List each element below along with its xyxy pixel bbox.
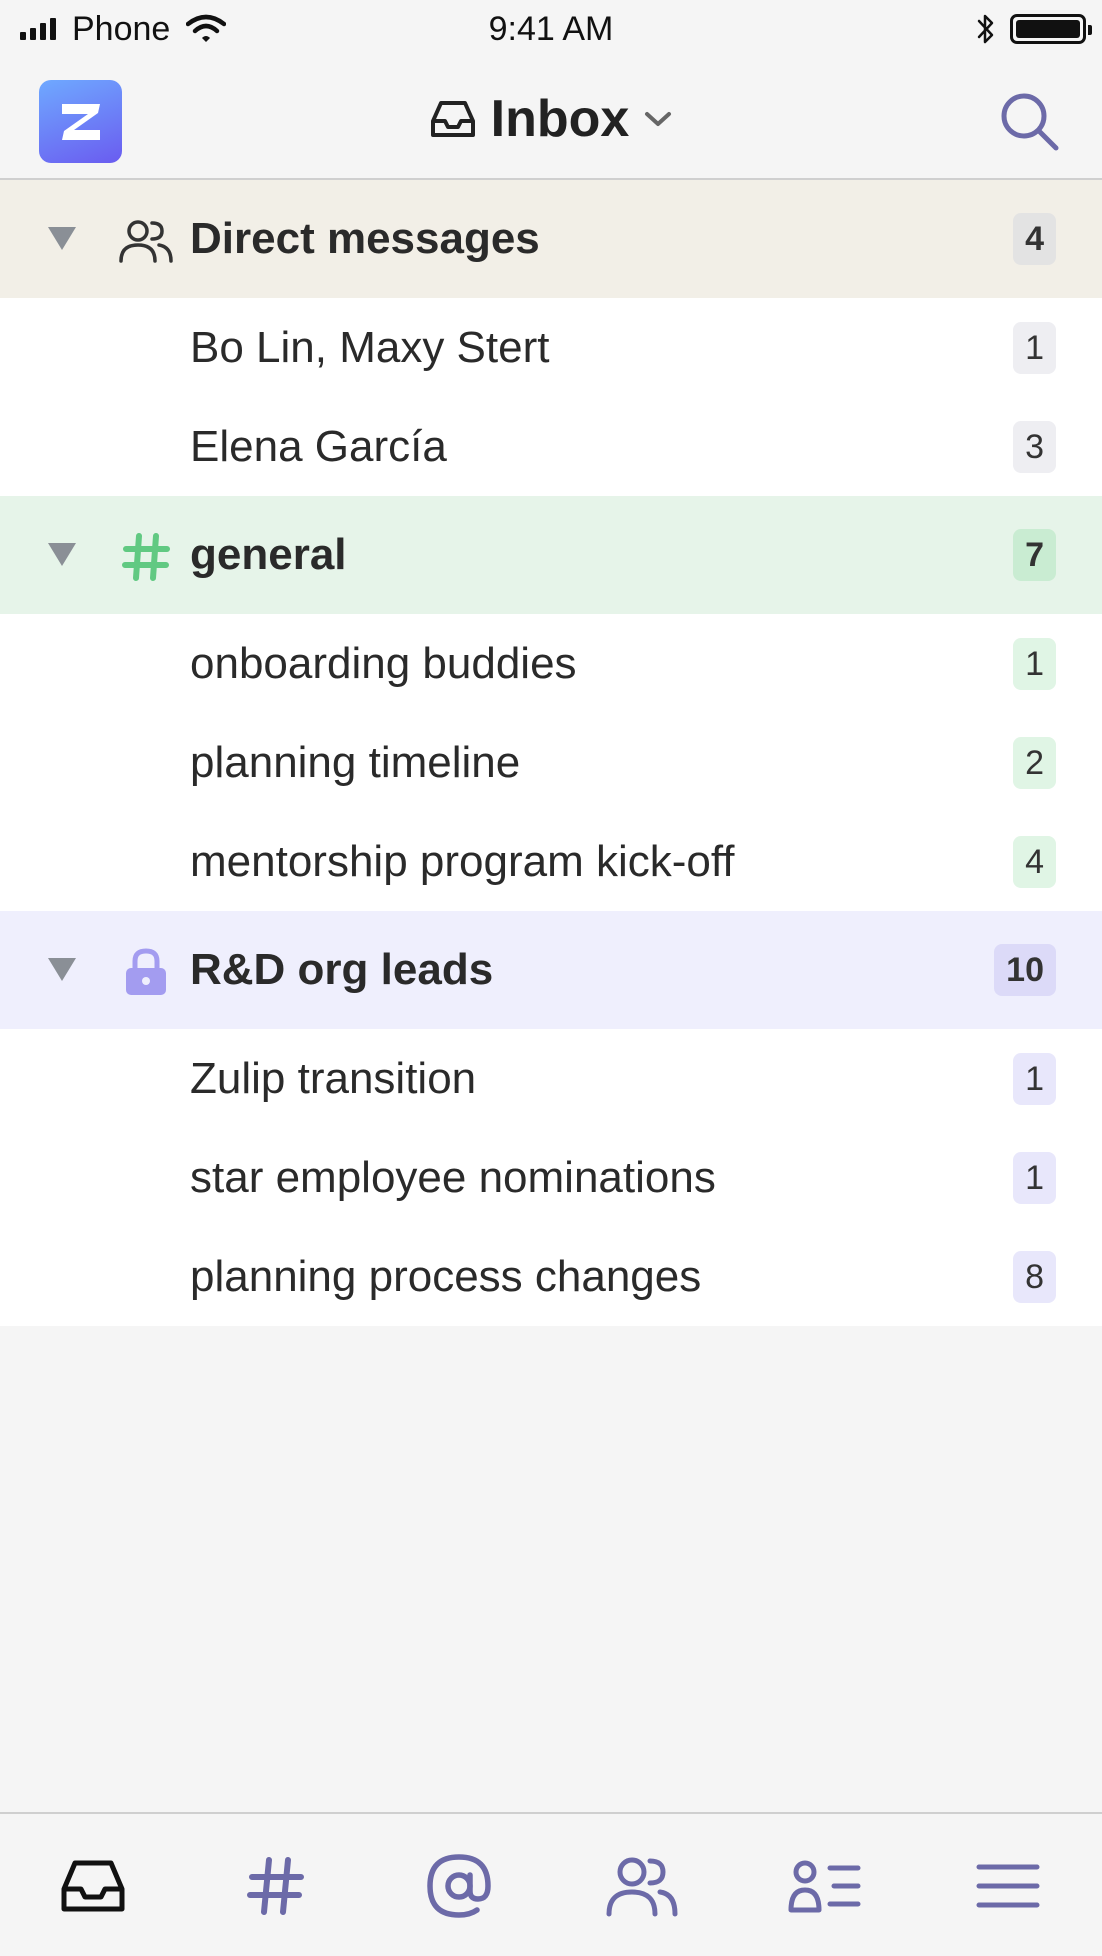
- group-label: general: [190, 530, 347, 579]
- app-header: Inbox: [0, 58, 1102, 180]
- group-label: Direct messages: [190, 214, 540, 263]
- inbox-list: Direct messages 4 Bo Lin, Maxy Stert 1 E…: [0, 180, 1102, 1326]
- tab-mentions[interactable]: [399, 1814, 519, 1956]
- topic-label: mentorship program kick-off: [190, 836, 735, 886]
- topic-row[interactable]: planning timeline 2: [0, 713, 1102, 812]
- user-list-icon: [788, 1860, 861, 1913]
- unread-count-badge: 1: [1013, 637, 1056, 690]
- topic-label: planning process changes: [190, 1251, 702, 1301]
- tab-direct-messages[interactable]: [582, 1814, 702, 1956]
- unread-count-badge: 1: [1013, 1151, 1056, 1204]
- unread-count-badge: 1: [1013, 321, 1056, 374]
- group-header-direct-messages[interactable]: Direct messages 4: [0, 180, 1102, 298]
- bottom-tab-bar: [0, 1812, 1102, 1956]
- collapse-triangle-icon[interactable]: [46, 955, 78, 983]
- unread-count-badge: 2: [1013, 736, 1056, 789]
- lock-icon: [118, 947, 174, 997]
- status-bar: Phone 9:41 AM: [0, 0, 1102, 58]
- tab-inbox[interactable]: [33, 1814, 153, 1956]
- group-header-rd-org-leads[interactable]: R&D org leads 10: [0, 911, 1102, 1029]
- unread-count-badge: 8: [1013, 1250, 1056, 1303]
- topic-label: planning timeline: [190, 737, 521, 787]
- bluetooth-icon: [977, 14, 994, 44]
- unread-count-badge: 10: [994, 944, 1056, 996]
- search-button[interactable]: [998, 90, 1062, 154]
- page-title: Inbox: [490, 90, 630, 148]
- topic-row[interactable]: onboarding buddies 1: [0, 614, 1102, 713]
- unread-count-badge: 4: [1013, 213, 1056, 265]
- tab-users[interactable]: [765, 1814, 885, 1956]
- topic-row[interactable]: mentorship program kick-off 4: [0, 812, 1102, 911]
- tab-streams[interactable]: [216, 1814, 336, 1956]
- unread-count-badge: 3: [1013, 420, 1056, 473]
- inbox-icon: [61, 1860, 125, 1912]
- conversation-row[interactable]: Bo Lin, Maxy Stert 1: [0, 298, 1102, 397]
- unread-count-badge: 7: [1013, 529, 1056, 581]
- conversation-row[interactable]: Elena García 3: [0, 397, 1102, 496]
- app-screen: Phone 9:41 AM Inbox Direct messages 4 Bo…: [0, 0, 1102, 1956]
- topic-label: Zulip transition: [190, 1053, 477, 1103]
- collapse-triangle-icon[interactable]: [46, 224, 78, 252]
- collapse-triangle-icon[interactable]: [46, 540, 78, 568]
- search-icon: [1001, 93, 1059, 151]
- topic-label: onboarding buddies: [190, 638, 577, 688]
- topic-label: star employee nominations: [190, 1152, 716, 1202]
- unread-count-badge: 1: [1013, 1052, 1056, 1105]
- menu-icon: [976, 1864, 1040, 1908]
- conversation-label: Elena García: [190, 421, 447, 471]
- group-label: R&D org leads: [190, 945, 494, 994]
- topic-row[interactable]: Zulip transition 1: [0, 1029, 1102, 1128]
- hash-icon: [118, 532, 174, 582]
- status-right: [976, 0, 1092, 58]
- at-mention-icon: [427, 1854, 491, 1918]
- people-icon: [606, 1857, 678, 1917]
- inbox-icon: [430, 101, 475, 137]
- group-header-general[interactable]: general 7: [0, 496, 1102, 614]
- tab-menu[interactable]: [948, 1814, 1068, 1956]
- conversation-label: Bo Lin, Maxy Stert: [190, 322, 550, 372]
- battery-icon: [1010, 14, 1092, 44]
- topic-row[interactable]: planning process changes 8: [0, 1227, 1102, 1326]
- people-icon: [118, 216, 174, 266]
- unread-count-badge: 4: [1013, 835, 1056, 888]
- hash-icon: [247, 1857, 304, 1915]
- status-time: 9:41 AM: [488, 10, 614, 48]
- view-selector[interactable]: Inbox: [0, 58, 1102, 180]
- topic-row[interactable]: star employee nominations 1: [0, 1128, 1102, 1227]
- chevron-down-icon: [645, 112, 672, 126]
